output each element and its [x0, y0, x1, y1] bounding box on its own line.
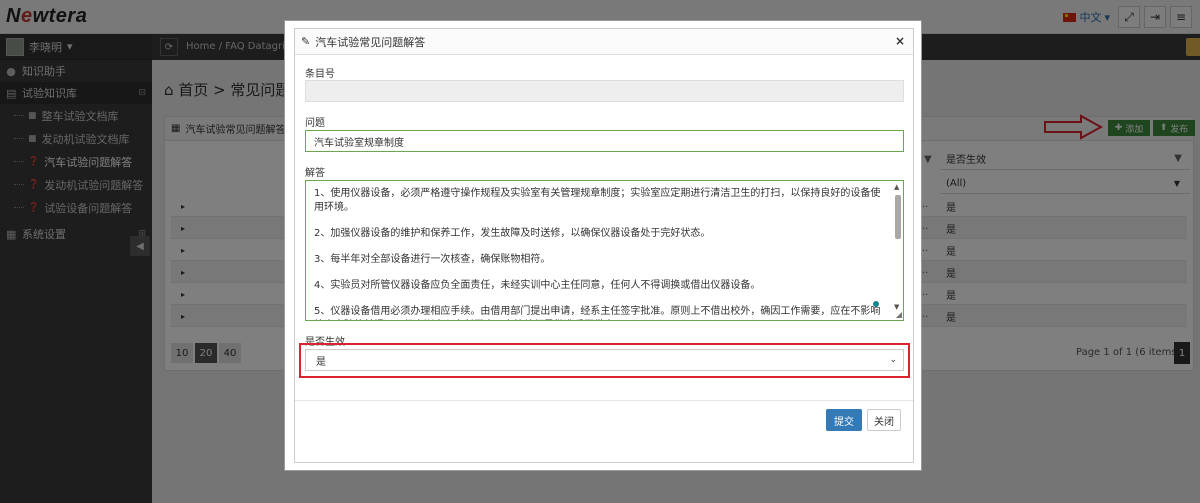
- scrollbar-thumb[interactable]: [895, 195, 901, 239]
- edit-icon: ✎: [301, 35, 311, 48]
- answer-scrollbar[interactable]: ▲ ▼: [894, 183, 902, 311]
- id-field: [305, 80, 904, 102]
- faq-edit-dialog: ✎ 汽车试验常见问题解答 × 条目号 问题 汽车试验室规章制度 解答 1、使用仪…: [294, 28, 914, 463]
- question-label: 问题: [305, 118, 325, 129]
- scroll-up-icon[interactable]: ▲: [894, 183, 899, 191]
- id-label: 条目号: [305, 69, 335, 80]
- answer-textarea[interactable]: 1、使用仪器设备，必须严格遵守操作规程及实验室有关管理规章制度；实验室应定期进行…: [305, 180, 904, 321]
- answer-paragraph: 1、使用仪器设备，必须严格遵守操作规程及实验室有关管理规章制度；实验室应定期进行…: [314, 188, 881, 213]
- answer-label: 解答: [305, 168, 325, 179]
- close-button[interactable]: 关闭: [867, 409, 901, 431]
- question-field[interactable]: 汽车试验室规章制度: [305, 130, 904, 152]
- dialog-footer: [295, 400, 913, 446]
- valid-select[interactable]: 是 ⌄: [305, 349, 904, 371]
- faq-edit-modal: ✎ 汽车试验常见问题解答 × 条目号 问题 汽车试验室规章制度 解答 1、使用仪…: [284, 20, 922, 471]
- answer-paragraph: 2、加强仪器设备的维护和保养工作，发生故障及时送修，以确保仪器设备处于完好状态。: [314, 228, 711, 239]
- answer-paragraph: 5、仪器设备借用必须办理相应手续。由借用部门提出申请，经系主任签字批准。原则上不…: [314, 306, 881, 317]
- grammar-indicator-icon[interactable]: [873, 301, 879, 307]
- submit-button[interactable]: 提交: [826, 409, 862, 431]
- valid-select-value: 是: [316, 356, 326, 368]
- answer-paragraph: 3、每半年对全部设备进行一次核查，确保账物相符。: [314, 254, 551, 265]
- close-icon[interactable]: ×: [895, 34, 905, 48]
- resize-handle-icon[interactable]: ◢: [896, 310, 902, 319]
- answer-paragraph: 4、实验员对所管仪器设备应负全面责任，未经实训中心主任同意，任何人不得调换或借出…: [314, 280, 761, 291]
- dialog-header: ✎ 汽车试验常见问题解答 ×: [295, 29, 913, 55]
- dialog-title: 汽车试验常见问题解答: [315, 35, 426, 49]
- chevron-down-icon: ⌄: [889, 355, 897, 365]
